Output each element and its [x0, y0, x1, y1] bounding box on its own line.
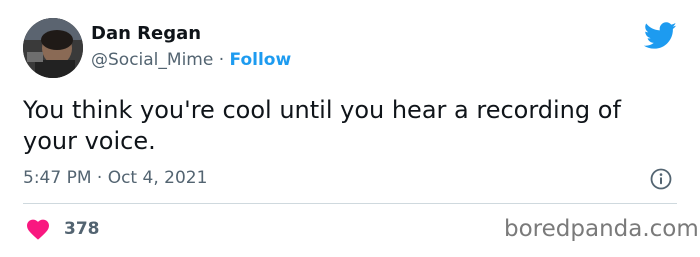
divider: [23, 203, 677, 204]
avatar[interactable]: [23, 18, 83, 78]
heart-icon[interactable]: [26, 218, 50, 240]
follow-button[interactable]: Follow: [230, 50, 292, 70]
user-handle[interactable]: @Social_Mime: [91, 50, 213, 70]
watermark: boredpanda.com: [504, 216, 699, 242]
like-count[interactable]: 378: [64, 219, 100, 239]
avatar-photo-icon: [23, 18, 83, 78]
tweet-card: Dan Regan @Social_Mime · Follow You thin…: [0, 0, 700, 257]
info-icon[interactable]: [650, 168, 672, 190]
twitter-bird-icon[interactable]: [644, 22, 677, 50]
handle-row: @Social_Mime · Follow: [91, 50, 291, 70]
tweet-timestamp[interactable]: 5:47 PM · Oct 4, 2021: [23, 168, 207, 188]
tweet-text: You think you're cool until you hear a r…: [23, 96, 621, 155]
display-name[interactable]: Dan Regan: [91, 23, 201, 44]
separator-dot: ·: [218, 50, 230, 70]
